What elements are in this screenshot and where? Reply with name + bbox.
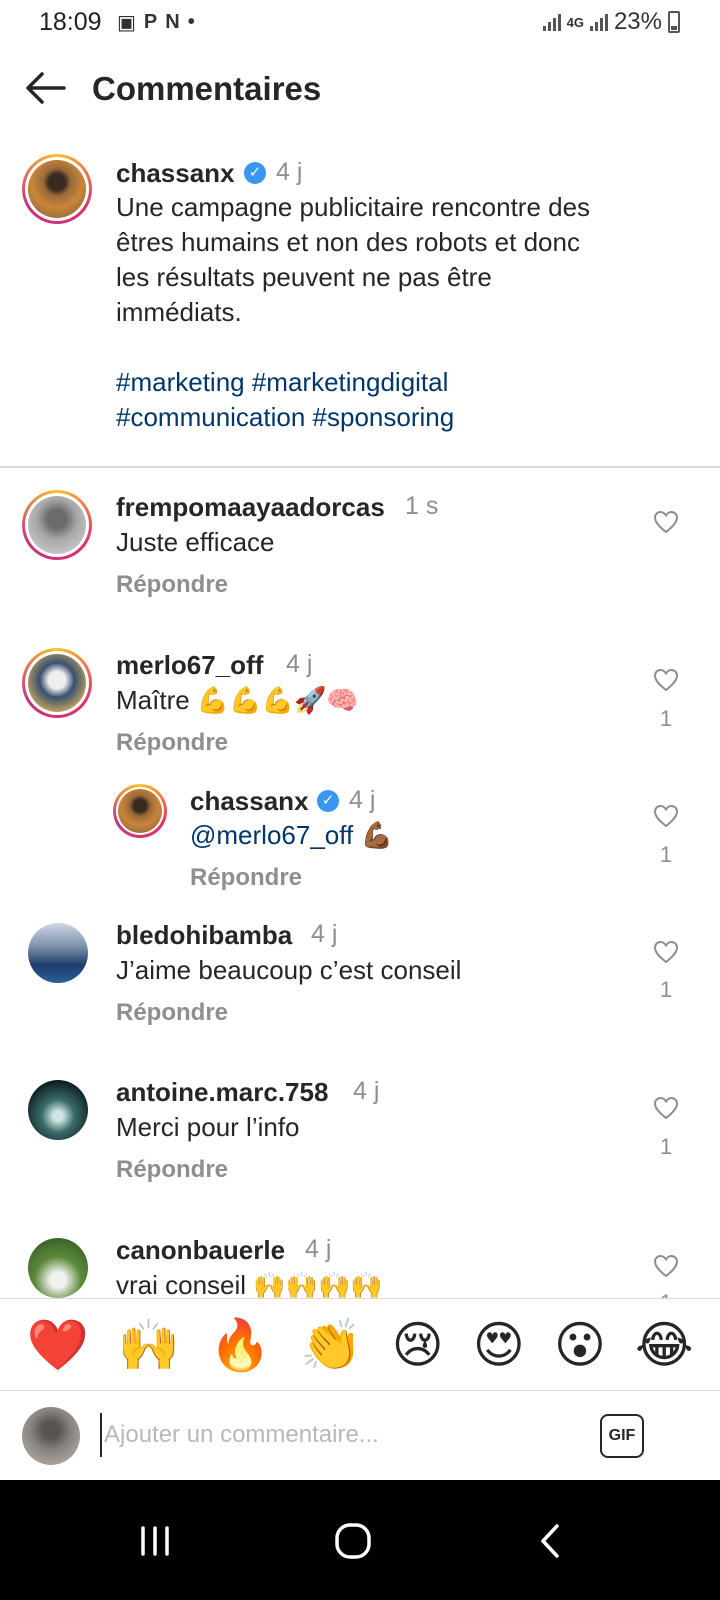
like-heart-icon[interactable] [653,668,679,692]
emoji-quick-bar: ❤️ 🙌 🔥 👏 😢 😍 😮 😂 [0,1298,720,1390]
home-icon[interactable] [318,1506,388,1576]
comment-time: 4 j [286,650,313,678]
page-title: Commentaires [92,70,322,107]
like-count: 1 [659,842,673,867]
battery-percent: 23% [613,8,662,35]
caption-divider [0,466,720,468]
back-arrow-icon[interactable] [24,70,68,106]
reply-button[interactable]: Répondre [116,571,228,599]
emoji-clap[interactable]: 👏 [300,1320,362,1370]
status-time: 18:09 [39,8,102,36]
like-heart-icon[interactable] [653,804,679,828]
caption-time: 4 j [276,158,303,186]
reply-button[interactable]: Répondre [190,864,302,892]
reply-button[interactable]: Répondre [116,1156,228,1184]
reply-avatar[interactable] [113,784,167,838]
emoji-heart-eyes[interactable]: 😍 [473,1320,525,1370]
notification-icons: ▣ P N • [117,10,195,35]
reply-text: @merlo67_off 💪🏾 [190,820,393,850]
comment-avatar[interactable] [28,1238,88,1298]
system-indicators: 4G 23% [542,8,680,36]
emoji-heart[interactable]: ❤️ [27,1320,89,1370]
recent-apps-icon[interactable] [120,1506,190,1576]
caption-avatar[interactable] [22,154,92,224]
own-avatar [22,1407,80,1465]
comment-composer: GIF [0,1390,720,1480]
reply-time: 4 j [349,786,376,814]
signal-icon [542,13,561,31]
reply-button[interactable]: Répondre [116,729,228,757]
battery-icon [668,11,680,33]
gallery-notification-icon: ▣ [117,12,136,34]
comment-username[interactable]: antoine.marc.758 [116,1077,328,1108]
emoji-fire[interactable]: 🔥 [209,1320,271,1370]
comment-input[interactable] [100,1413,580,1457]
comment-username[interactable]: frempomaayaadorcas [116,492,385,523]
like-count: 1 [659,1134,673,1159]
signal-icon-2 [589,13,608,31]
mention-link[interactable]: @merlo67_off [190,820,353,850]
comment-time: 1 s [405,492,439,520]
emoji-crying[interactable]: 😢 [392,1320,444,1370]
back-nav-icon[interactable] [515,1506,585,1576]
more-notifications-dot: • [187,11,195,33]
emoji-laughing[interactable]: 😂 [635,1320,693,1370]
comment-time: 4 j [305,1235,332,1263]
comment-username[interactable]: canonbauerle [116,1235,285,1266]
like-heart-icon[interactable] [653,940,679,964]
comment-avatar[interactable] [28,923,88,983]
p-notification-icon: P [143,11,158,33]
n-notification-icon: N [165,11,180,33]
header: Commentaires [0,58,720,122]
system-nav-bar [0,1480,720,1600]
comment-text: J’aime beaucoup c’est conseil [116,955,462,985]
comment-username[interactable]: bledohibamba [116,920,292,951]
emoji-surprised[interactable]: 😮 [554,1320,606,1370]
caption-hashtags-2[interactable]: #communication #sponsoring [116,400,676,435]
like-count: 1 [659,977,673,1002]
reply-username[interactable]: chassanx [190,786,309,817]
like-heart-icon[interactable] [653,510,679,534]
comment-avatar[interactable] [22,648,92,718]
comment-text: Merci pour l’info [116,1112,300,1142]
comment-time: 4 j [353,1077,380,1105]
comment-time: 4 j [311,920,338,948]
comment-avatar[interactable] [22,490,92,560]
network-type-icon: 4G [566,14,584,30]
caption-username[interactable]: chassanx [116,158,235,189]
like-heart-icon[interactable] [653,1096,679,1120]
caption-text: Une campagne publicitaire rencontre des … [116,190,676,435]
comment-avatar[interactable] [28,1080,88,1140]
like-count: 1 [659,706,673,731]
caption-hashtags-1[interactable]: #marketing #marketingdigital [116,365,676,400]
verified-badge-icon: ✓ [244,162,266,184]
comment-text: Juste efficace [116,527,275,557]
gif-button[interactable]: GIF [600,1414,644,1458]
reply-button[interactable]: Répondre [116,999,228,1027]
verified-badge-icon: ✓ [317,790,339,812]
status-bar: 18:09 ▣ P N • 4G 23% [0,0,720,46]
comment-text: Maître 💪💪💪🚀🧠 [116,685,359,715]
emoji-raised-hands[interactable]: 🙌 [118,1320,180,1370]
comment-username[interactable]: merlo67_off [116,650,263,681]
like-heart-icon[interactable] [653,1254,679,1278]
